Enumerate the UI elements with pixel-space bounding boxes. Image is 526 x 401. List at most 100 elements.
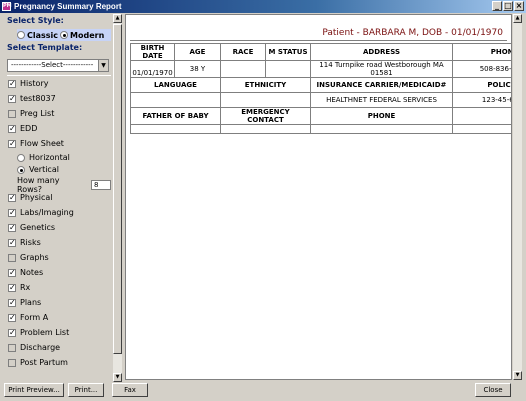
print-button[interactable]: Print... [68, 383, 104, 397]
radio-classic[interactable] [17, 31, 25, 39]
table-header: EMERGENCY CONTACT [220, 107, 311, 125]
template-dropdown[interactable]: ------------Select------------ ▼ [7, 59, 109, 72]
radio-button[interactable] [17, 165, 25, 174]
checkbox-label: Preg List [20, 109, 55, 118]
option-post-partum[interactable]: Post Partum [8, 358, 68, 367]
divider [7, 75, 111, 76]
option-form-a[interactable]: ✓ Form A [8, 313, 48, 322]
checkbox-label: Discharge [20, 343, 61, 352]
chevron-down-icon[interactable]: ▼ [98, 60, 108, 71]
checkbox-label: test8037 [20, 94, 56, 103]
close-icon[interactable]: × [514, 1, 524, 11]
rows-setting: How many Rows? 8 [17, 176, 111, 194]
option-genetics[interactable]: ✓ Genetics [8, 223, 55, 232]
rows-label: How many Rows? [17, 176, 60, 194]
checkbox[interactable] [8, 343, 16, 352]
table-header: ADDRESS [310, 43, 453, 61]
checkbox[interactable]: ✓ [8, 139, 16, 148]
checkbox-label: Post Partum [20, 358, 68, 367]
table-cell: HEALTHNET FEDERAL SERVICES [310, 92, 453, 108]
print-preview-button[interactable]: Print Preview... [4, 383, 64, 397]
scroll-up-icon[interactable]: ▲ [113, 14, 122, 23]
scroll-down-icon[interactable]: ▼ [513, 371, 522, 380]
option-problem-list[interactable]: ✓ Problem List [8, 328, 69, 337]
checkbox[interactable]: ✓ [8, 193, 16, 202]
checkbox[interactable]: ✓ [8, 328, 16, 337]
table-cell [220, 124, 311, 134]
style-radio-group: Classic Modern [17, 29, 111, 41]
checkbox[interactable] [8, 253, 16, 262]
table-header: LANGUAGE [130, 77, 221, 93]
table-header: RACE [220, 43, 266, 61]
radio-modern[interactable] [60, 31, 69, 39]
table-cell [220, 92, 311, 108]
table-cell [130, 92, 221, 108]
checkbox-label: Physical [20, 193, 53, 202]
table-cell [220, 60, 266, 78]
checkbox[interactable] [8, 358, 16, 367]
template-dropdown-value: ------------Select------------ [11, 61, 94, 69]
scroll-up-icon[interactable]: ▲ [513, 14, 522, 23]
checkbox[interactable]: ✓ [8, 208, 16, 217]
table-header: PHONE [452, 43, 511, 61]
table-header: M STATUS [265, 43, 311, 61]
fax-button[interactable]: Fax [112, 383, 148, 397]
option-edd[interactable]: ✓ EDD [8, 124, 37, 133]
checkbox[interactable]: ✓ [8, 268, 16, 277]
checkbox[interactable]: ✓ [8, 223, 16, 232]
option-labs-imaging[interactable]: ✓ Labs/Imaging [8, 208, 74, 217]
table-cell [310, 124, 453, 134]
close-button[interactable]: Close [475, 383, 511, 397]
minimize-icon[interactable]: _ [492, 1, 502, 11]
maximize-icon[interactable]: □ [503, 1, 513, 11]
checkbox[interactable]: ✓ [8, 238, 16, 247]
rows-input[interactable]: 8 [91, 180, 111, 190]
title-bar: PM Pregnancy Summary Report _ □ × [0, 0, 526, 13]
radio-label: Horizontal [29, 153, 70, 162]
table-cell [265, 60, 311, 78]
window-title: Pregnancy Summary Report [14, 2, 122, 11]
option-graphs[interactable]: Graphs [8, 253, 49, 262]
table-header: PHONE [310, 107, 453, 125]
option-plans[interactable]: ✓ Plans [8, 298, 41, 307]
checkbox-label: Notes [20, 268, 44, 277]
option-risks[interactable]: ✓ Risks [8, 238, 41, 247]
option-test8037[interactable]: ✓ test8037 [8, 94, 56, 103]
radio-button[interactable] [17, 153, 25, 162]
table-cell: 508-836-3663 [452, 60, 511, 78]
option-preg-list[interactable]: Preg List [8, 109, 54, 118]
checkbox[interactable]: ✓ [8, 298, 16, 307]
left-scrollbar[interactable]: ▲ ▼ [113, 14, 122, 382]
table-cell: 01/01/1970 [130, 60, 175, 78]
table-header: BIRTH DATE [130, 43, 175, 61]
option-notes[interactable]: ✓ Notes [8, 268, 43, 277]
patient-header: Patient - BARBARA M, DOB - 01/01/1970 [322, 28, 503, 38]
option-discharge[interactable]: Discharge [8, 343, 60, 352]
table-header: ETHNICITY [220, 77, 311, 93]
report-scrollbar[interactable]: ▲ ▼ [513, 14, 522, 380]
select-template-label: Select Template: [7, 43, 83, 52]
checkbox[interactable]: ✓ [8, 94, 16, 103]
patient-info-table: BIRTH DATE AGE RACE M STATUS ADDRESS PHO… [130, 43, 511, 134]
select-style-label: Select Style: [7, 16, 64, 25]
radio-horizontal[interactable]: Horizontal [17, 153, 70, 162]
scroll-thumb[interactable] [113, 24, 122, 354]
checkbox[interactable]: ✓ [8, 124, 16, 133]
option-flow-sheet[interactable]: ✓ Flow Sheet [8, 139, 64, 148]
checkbox-label: Risks [20, 238, 41, 247]
option-physical[interactable]: ✓ Physical [8, 193, 53, 202]
app-icon: PM [2, 2, 12, 11]
option-rx[interactable]: ✓ Rx [8, 283, 30, 292]
checkbox[interactable] [8, 109, 16, 118]
report-preview: Patient - BARBARA M, DOB - 01/01/1970 BI… [125, 14, 512, 380]
checkbox-label: Problem List [20, 328, 70, 337]
checkbox[interactable]: ✓ [8, 79, 16, 88]
radio-vertical[interactable]: Vertical [17, 165, 59, 174]
header-divider [130, 40, 507, 41]
scroll-down-icon[interactable]: ▼ [113, 373, 122, 382]
option-history[interactable]: ✓ History [8, 79, 48, 88]
table-header: INSURANCE CARRIER/MEDICAID# [310, 77, 453, 93]
table-cell [130, 124, 221, 134]
checkbox[interactable]: ✓ [8, 313, 16, 322]
checkbox[interactable]: ✓ [8, 283, 16, 292]
